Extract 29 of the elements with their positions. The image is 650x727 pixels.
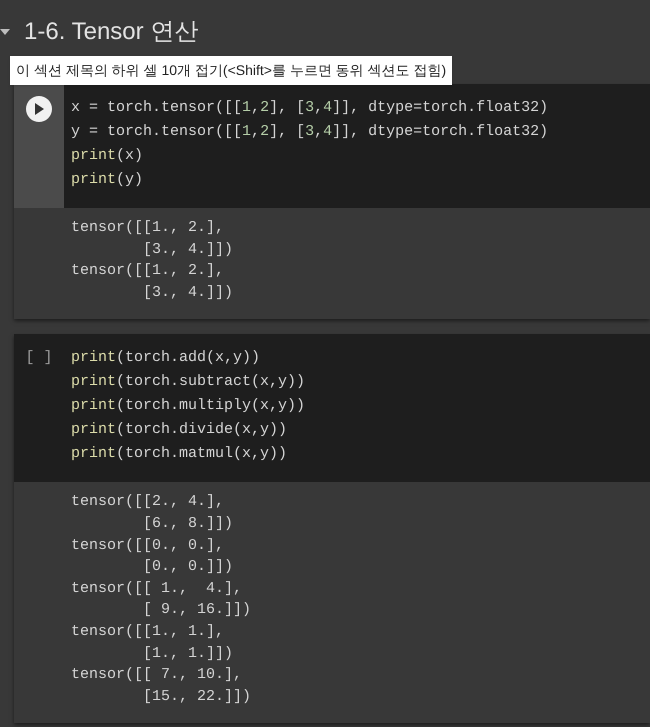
code-line: print(torch.matmul(x,y)) [71,444,288,464]
code-line: print(y) [71,170,144,190]
code-line: print(torch.divide(x,y)) [71,420,288,440]
output-line: [3., 4.]]) [142,240,234,260]
output-line: [ 9., 16.]]) [142,600,252,620]
collapse-icon[interactable] [0,28,10,36]
output-line: tensor([[1., 1.], [71,622,224,642]
run-button[interactable] [26,96,52,122]
code-line: print(x) [71,146,144,166]
output-line: tensor([[ 7., 10.], [71,665,242,686]
output-line: [0., 0.]]) [142,557,234,578]
output-line: [1., 1.]]) [142,644,234,664]
code-line: x = torch.tensor([[1,2], [3,4]], dtype=torch.float32) [71,98,548,118]
tooltip: 이 섹션 제목의 하위 셀 10개 접기(<Shift>를 누르면 동위 섹션도 접힘) [10,56,452,85]
output-line: tensor([[2., 4.], [71,492,224,512]
output-line: [15., 22.]]) [142,686,252,707]
section-title: 1-6. Tensor 연산 [24,20,198,44]
code-line: print(torch.subtract(x,y)) [71,372,306,392]
execution-count: [ ] [25,348,52,368]
code-line: print(torch.multiply(x,y)) [71,396,306,416]
output-line: tensor([[0., 0.], [71,536,224,556]
output-line: tensor([[1., 2.], [71,218,224,238]
code-line: y = torch.tensor([[1,2], [3,4]], dtype=torch.float32) [71,122,548,142]
output-line: tensor([[1., 2.], [71,261,224,282]
play-icon [34,103,44,115]
code-line: print(torch.add(x,y)) [71,348,260,368]
output-line: [3., 4.]]) [142,282,234,303]
output-line: [6., 8.]]) [142,514,234,534]
output-line: tensor([[ 1., 4.], [71,578,242,599]
